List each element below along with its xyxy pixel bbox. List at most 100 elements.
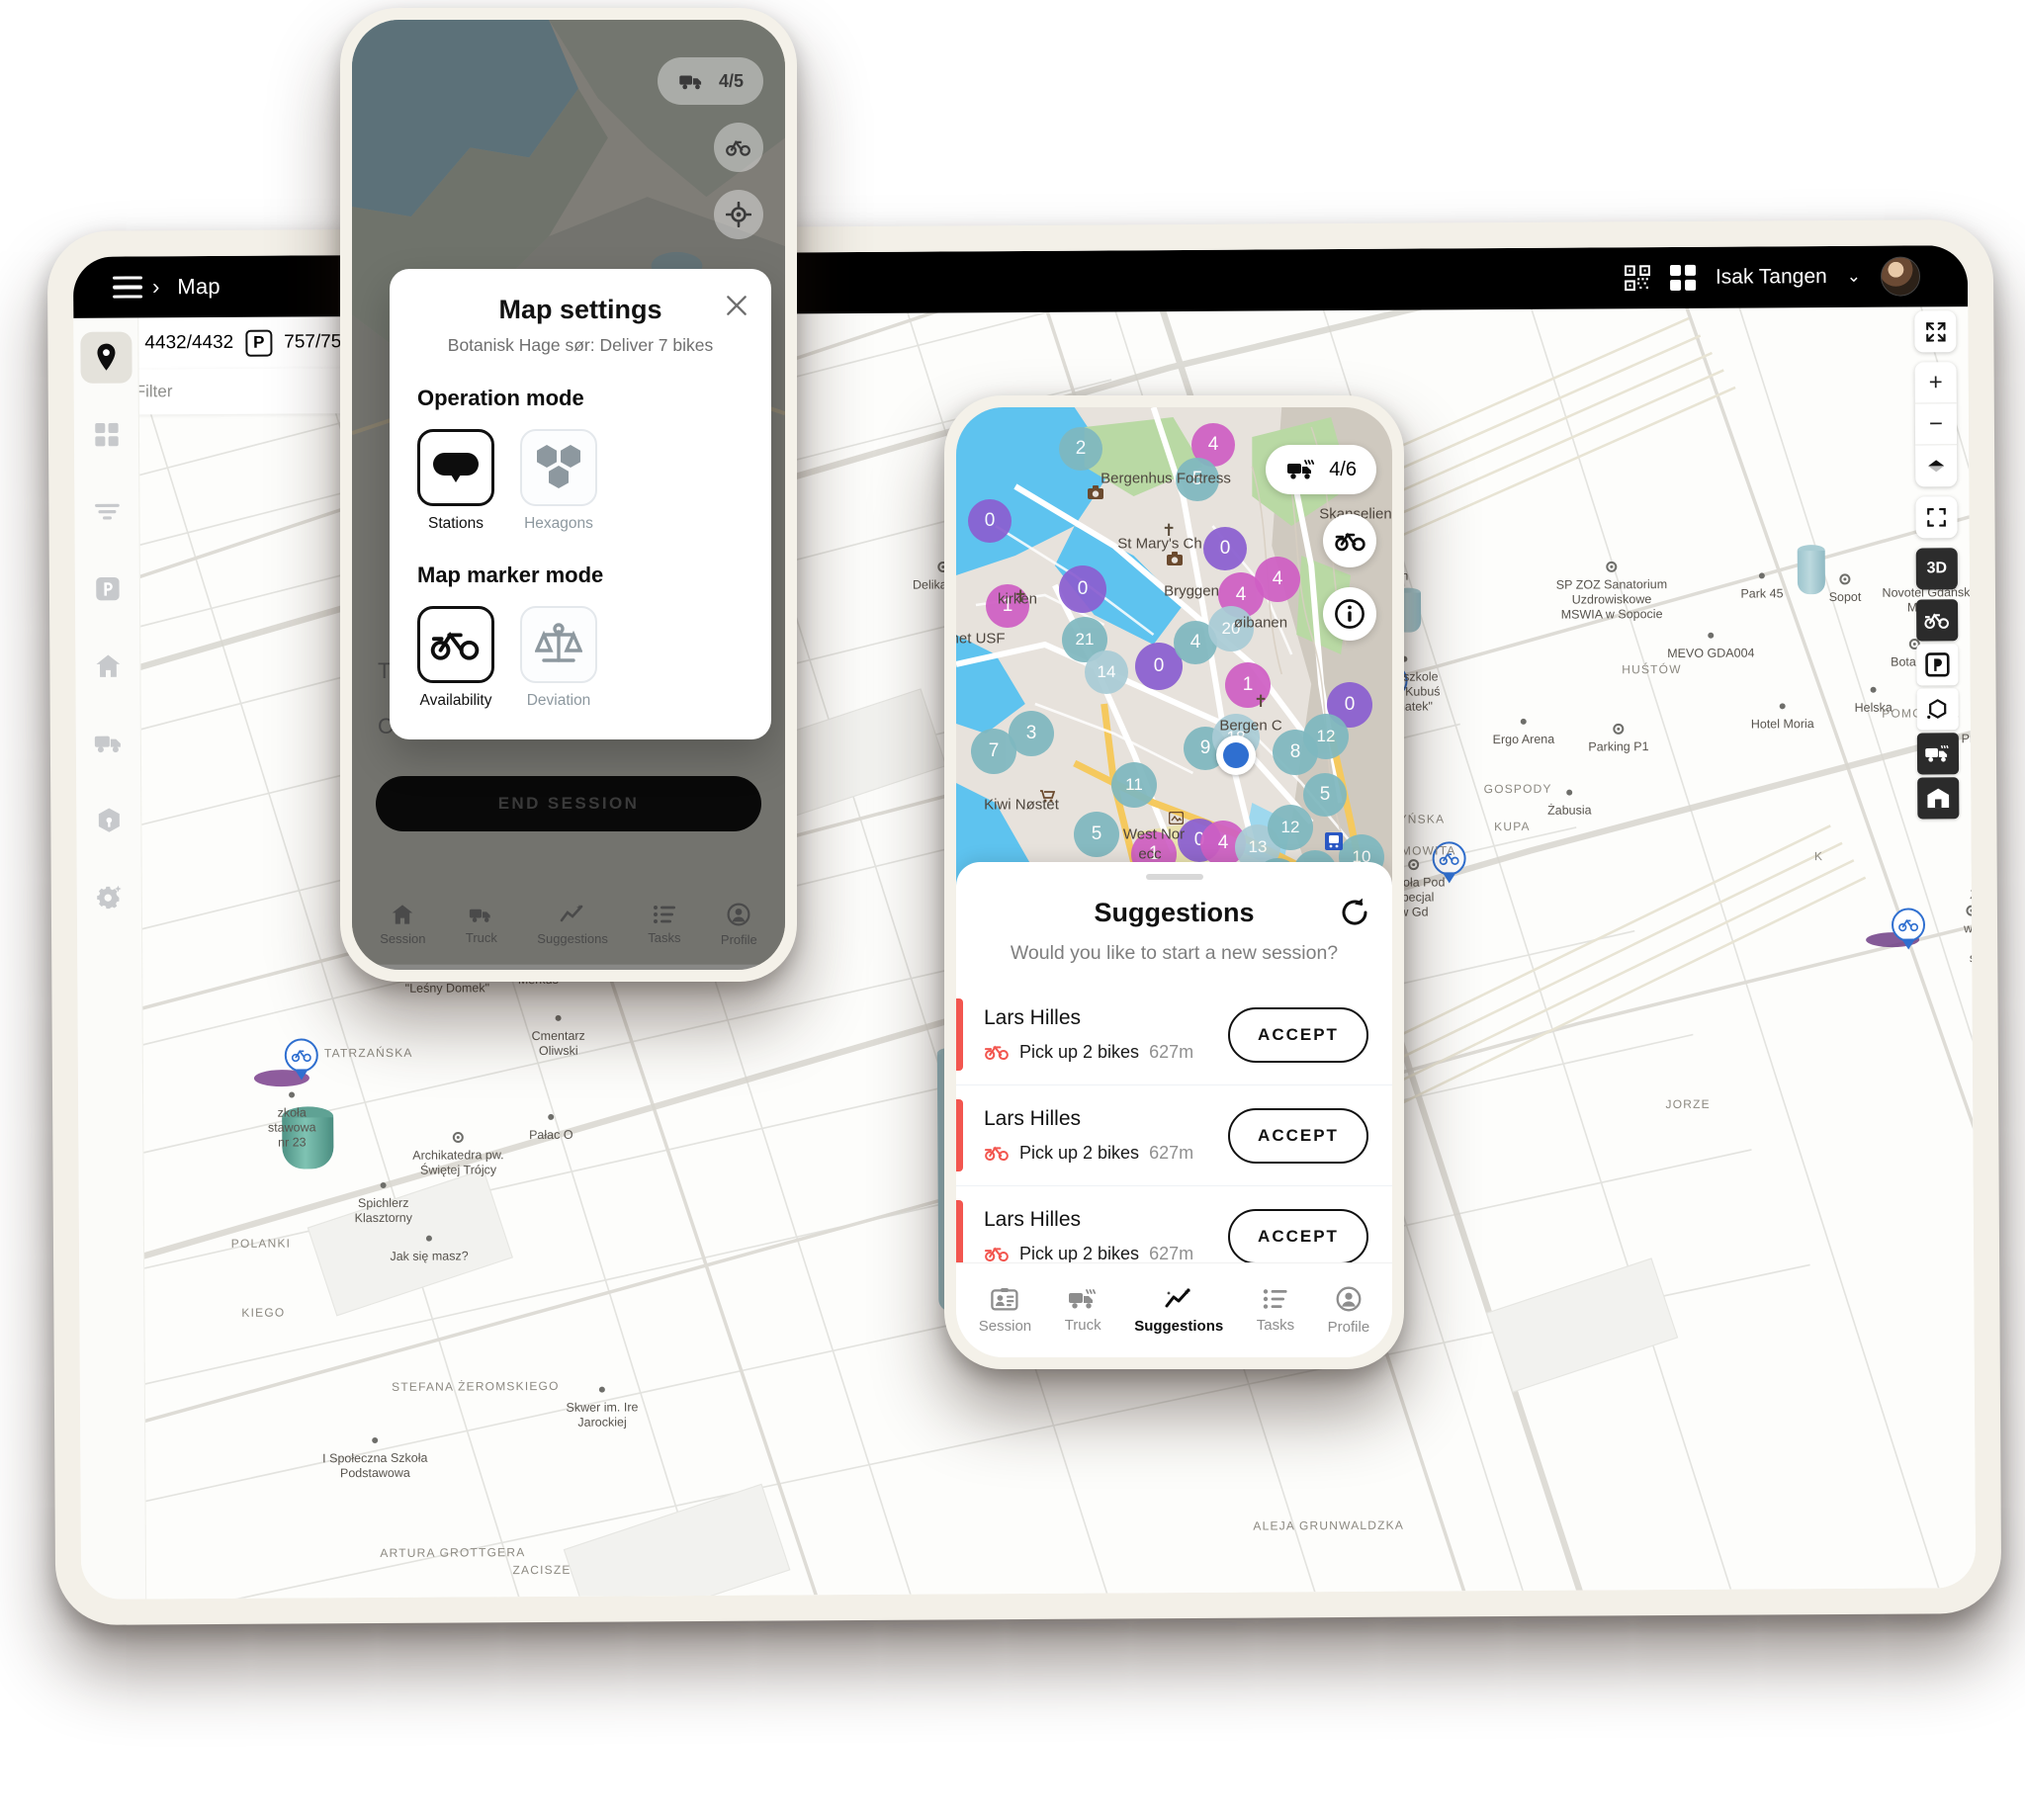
nav-item-tasks[interactable]: Tasks — [648, 905, 680, 945]
map-label: met USF — [956, 631, 1006, 648]
map-cluster-marker[interactable]: 0 — [968, 499, 1012, 543]
layer-hexagon-button[interactable] — [1917, 688, 1959, 730]
suggestion-row[interactable]: Lars Hilles Pick up 2 bikes 627m ACCEPT — [956, 985, 1392, 1085]
gear-sparkle-icon — [95, 884, 123, 911]
map-cluster-marker[interactable]: 12 — [1268, 805, 1313, 850]
refresh-icon[interactable] — [1339, 896, 1370, 927]
right-phone-screen: 2450001442114042010379188121155041312110… — [956, 407, 1392, 1357]
map-poi-dot — [556, 1015, 562, 1021]
map-cluster-marker[interactable]: 7 — [971, 729, 1016, 774]
zoom-controls: + − — [1915, 362, 1958, 486]
bike-count: 4432/4432 — [144, 332, 233, 355]
nav-item-session[interactable]: Session — [979, 1287, 1031, 1335]
zoom-out-button[interactable]: − — [1915, 403, 1957, 445]
map-cluster-marker[interactable]: 2 — [1059, 427, 1102, 471]
sheet-drag-handle[interactable] — [1146, 874, 1203, 880]
nav-item-profile[interactable]: Profile — [1328, 1286, 1370, 1336]
layer-bike-button[interactable] — [1916, 599, 1958, 641]
map-label: KIEGO — [241, 1306, 285, 1320]
map-label: Żabusia — [1547, 803, 1592, 818]
avatar[interactable] — [1881, 256, 1920, 296]
nav-item-tasks[interactable]: Tasks — [1257, 1288, 1294, 1334]
map-cluster-marker[interactable]: 14 — [1085, 650, 1128, 694]
bike-station-pin[interactable] — [1892, 908, 1925, 949]
map-label: K — [1814, 849, 1823, 863]
camera-poi-icon — [1088, 485, 1103, 504]
option-deviation[interactable]: Deviation — [520, 606, 597, 710]
layer-truck-button[interactable] — [1917, 733, 1959, 774]
layer-parking-button[interactable] — [1916, 644, 1958, 685]
map-label: St Mary's Ch — [1117, 536, 1201, 553]
three-d-button[interactable]: 3D — [1916, 548, 1958, 589]
bike-layer-button[interactable] — [714, 123, 763, 172]
map-cluster-marker[interactable]: 5 — [1074, 812, 1119, 857]
option-availability[interactable]: Availability — [417, 606, 494, 710]
tablet-map-tools: + − 3D — [1914, 259, 1959, 819]
tilt-button[interactable] — [1915, 445, 1957, 486]
layer-depot-button[interactable] — [1917, 777, 1959, 819]
qr-code-icon[interactable] — [1625, 265, 1650, 291]
option-availability-label: Availability — [420, 692, 492, 710]
fullscreen-button[interactable] — [1915, 496, 1957, 538]
sidebar-item-parking[interactable] — [81, 563, 132, 615]
map-cluster-marker[interactable]: 5 — [1303, 773, 1347, 817]
map-cluster-marker[interactable]: 12 — [1303, 714, 1349, 759]
nav-item-suggestions[interactable]: Suggestions — [1134, 1287, 1223, 1335]
option-stations-label: Stations — [428, 515, 484, 533]
bike-station-pin[interactable] — [285, 1038, 318, 1080]
list-icon — [653, 905, 676, 924]
grid-icon[interactable] — [1670, 265, 1696, 291]
bike-layer-button[interactable] — [1323, 514, 1376, 567]
option-hexagons[interactable]: Hexagons — [520, 429, 597, 533]
suggestion-row[interactable]: Lars Hilles Pick up 2 bikes 627m ACCEPT — [956, 1085, 1392, 1186]
nav-item-profile[interactable]: Profile — [721, 903, 757, 947]
nav-item-truck[interactable]: Truck — [1065, 1288, 1101, 1334]
map-label: SP ZOZ Sanatorium Uzdrowiskowe MSWIA w Sop… — [1556, 577, 1668, 622]
map-poi-dot — [1408, 859, 1419, 870]
sidebar-item-home[interactable] — [82, 641, 133, 692]
chevron-down-icon[interactable]: ⌄ — [1847, 267, 1861, 287]
map-label: Archikatedra pw. Świętej Trójcy — [412, 1148, 504, 1177]
accept-button[interactable]: ACCEPT — [1228, 1007, 1368, 1063]
bike-icon — [984, 1246, 1010, 1262]
expand-map-button[interactable] — [1914, 310, 1956, 352]
suggestion-task: Pick up 2 bikes 627m — [984, 1244, 1228, 1264]
hamburger-icon[interactable] — [113, 276, 142, 298]
user-name[interactable]: Isak Tangen — [1716, 265, 1827, 290]
accept-button[interactable]: ACCEPT — [1228, 1209, 1368, 1264]
end-session-button[interactable]: END SESSION — [376, 776, 761, 831]
close-icon[interactable] — [724, 293, 749, 318]
sidebar-item-dashboard[interactable] — [80, 409, 132, 461]
nav-item-suggestions[interactable]: Suggestions — [537, 904, 608, 946]
info-button[interactable] — [1323, 587, 1376, 641]
accept-button[interactable]: ACCEPT — [1228, 1108, 1368, 1164]
bike-icon — [1334, 531, 1365, 552]
operation-mode-heading: Operation mode — [417, 386, 744, 411]
map-label: West Nor — [1123, 826, 1185, 843]
map-label: MEVO GDA004 — [1667, 646, 1754, 660]
map-label: GOSPODY — [1484, 782, 1552, 797]
sidebar-item-truck[interactable] — [82, 717, 133, 768]
map-silo — [1798, 545, 1825, 594]
truck-load-badge[interactable]: 4/5 — [658, 57, 763, 105]
map-label: wo — [1964, 921, 1976, 936]
map-cluster-marker[interactable]: 0 — [1059, 565, 1106, 613]
home-icon — [391, 904, 414, 925]
nav-item-truck[interactable]: Truck — [466, 905, 497, 945]
truck-layer-icon — [1924, 743, 1952, 763]
zoom-in-button[interactable]: + — [1915, 362, 1957, 403]
option-stations[interactable]: Stations — [417, 429, 494, 533]
nav-item-session[interactable]: Session — [380, 904, 425, 946]
suggestion-task-label: Pick up 2 bikes — [1019, 1244, 1139, 1264]
truck-capacity-badge[interactable]: 4/6 — [1266, 445, 1376, 494]
sidebar-item-settings[interactable] — [83, 871, 134, 922]
station-bubble-icon — [431, 451, 481, 484]
sidebar-item-inventory[interactable] — [83, 794, 134, 845]
map-cluster-marker[interactable]: 0 — [1203, 527, 1247, 570]
scales-icon — [535, 621, 582, 668]
map-label: Zielony Rynek — [1970, 888, 1976, 903]
locate-button[interactable] — [714, 190, 763, 239]
sidebar-item-map[interactable] — [80, 332, 132, 384]
sidebar-item-filter[interactable] — [81, 486, 132, 538]
map-cluster-marker[interactable]: 11 — [1111, 762, 1157, 808]
